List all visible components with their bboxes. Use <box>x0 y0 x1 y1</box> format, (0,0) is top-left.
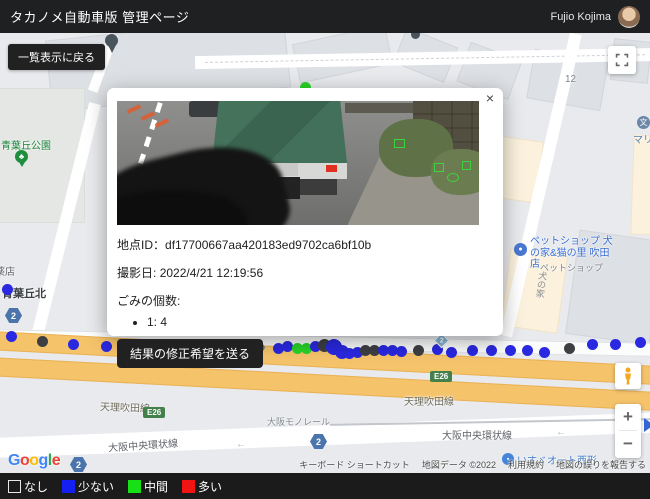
shoot-date-value: 2022/4/21 12:19:56 <box>160 266 263 280</box>
data-point-marker[interactable] <box>37 336 48 347</box>
legend-item: 少ない <box>62 478 114 495</box>
point-id-label: 地点ID： <box>117 238 165 252</box>
house-number: 12 <box>565 74 576 85</box>
direction-arrow: ← <box>556 427 566 438</box>
data-point-marker[interactable] <box>6 331 17 342</box>
building <box>630 135 650 236</box>
request-correction-button[interactable]: 結果の修正希望を送る <box>117 339 263 368</box>
shoot-date-line: 撮影日: 2022/4/21 12:19:56 <box>117 264 493 281</box>
highway-label: 天理吹田線 <box>404 393 454 408</box>
legend-label: なし <box>24 478 48 495</box>
ring-road-label: 大阪中央環状線 <box>442 427 512 442</box>
park-label: 青葉丘公園 <box>1 137 51 152</box>
photo-truck-taillight <box>326 165 337 172</box>
detail-modal: × <box>107 88 503 336</box>
pegman-icon <box>622 367 634 385</box>
legend-swatch <box>182 480 195 493</box>
data-point-marker[interactable] <box>2 284 13 295</box>
data-point-marker[interactable] <box>587 339 598 350</box>
garbage-count-list: 1: 4 <box>147 315 493 329</box>
park-icon-tip <box>19 162 25 167</box>
legend-item: 多い <box>182 478 222 495</box>
legend: なし 少ない 中間 多い <box>0 473 650 499</box>
legend-item: なし <box>8 478 48 495</box>
keyboard-shortcuts-link[interactable]: キーボード ショートカット <box>299 458 410 471</box>
data-point-marker[interactable] <box>635 337 646 348</box>
map-pin-icon[interactable] <box>411 33 420 39</box>
page-title: タカノメ自動車版 管理ページ <box>10 7 189 26</box>
report-error-link[interactable]: 地図の誤りを報告する <box>556 458 646 471</box>
detection-box <box>394 139 405 148</box>
map-pin-icon[interactable] <box>105 34 118 53</box>
map-attribution: キーボード ショートカット 地図データ ©2022 利用規約 地図の誤りを報告す… <box>299 458 646 471</box>
photo-bush <box>431 149 479 195</box>
dashcam-photo <box>117 101 479 225</box>
data-point-marker[interactable] <box>68 339 79 350</box>
legend-label: 少ない <box>78 478 114 495</box>
pet-shop-icon[interactable]: ● <box>514 243 527 256</box>
legend-swatch <box>8 480 21 493</box>
back-to-list-button[interactable]: 一覧表示に戻る <box>8 44 105 70</box>
detection-box <box>462 161 471 170</box>
close-icon[interactable]: × <box>486 90 494 106</box>
legend-swatch <box>62 480 75 493</box>
detection-box <box>447 173 459 182</box>
expressway-badge: E26 <box>143 407 165 418</box>
legend-label: 多い <box>198 478 222 495</box>
map-arrow <box>644 418 650 432</box>
school-label: マリー <box>633 131 650 146</box>
fullscreen-button[interactable] <box>608 46 636 74</box>
road-centerline <box>205 54 645 63</box>
zoom-out-button[interactable]: − <box>615 431 641 457</box>
expressway-badge: E26 <box>430 371 452 382</box>
garbage-count-label: ごみの個数: <box>117 292 493 309</box>
data-point-marker[interactable] <box>539 347 550 358</box>
data-point-marker[interactable] <box>610 339 621 350</box>
user-menu[interactable]: Fujio Kojima <box>550 6 640 28</box>
fullscreen-icon <box>615 53 629 67</box>
map-pin-head <box>411 33 420 39</box>
pegman-button[interactable] <box>615 363 641 389</box>
data-point-marker[interactable] <box>505 345 516 356</box>
legend-swatch <box>128 480 141 493</box>
google-logo[interactable]: Google <box>8 452 60 470</box>
route-badge: 2 <box>5 308 22 323</box>
direction-arrow: ← <box>236 439 246 450</box>
zoom-control: + − <box>615 404 641 458</box>
avatar[interactable] <box>618 6 640 28</box>
map-data-text: 地図データ ©2022 <box>422 458 496 471</box>
data-point-marker[interactable] <box>522 345 533 356</box>
data-point-marker[interactable] <box>101 341 112 352</box>
zoom-in-button[interactable]: + <box>615 404 641 430</box>
point-id-line: 地点ID：df17700667aa420183ed9702ca6bf10b <box>117 236 493 253</box>
garbage-count-item: 1: 4 <box>147 315 493 329</box>
legend-label: 中間 <box>144 478 168 495</box>
terms-link[interactable]: 利用規約 <box>508 458 544 471</box>
school-icon[interactable]: 文 <box>637 116 650 129</box>
header: タカノメ自動車版 管理ページ Fujio Kojima <box>0 0 650 33</box>
monorail-label: 大阪モノレール <box>267 415 330 428</box>
route-badge: 2 <box>70 457 87 472</box>
map-pin-tip <box>108 45 116 53</box>
photo-curb-mark <box>127 104 141 114</box>
point-id-value: df17700667aa420183ed9702ca6bf10b <box>165 238 371 252</box>
detection-box <box>434 163 444 172</box>
shop-label: 薬店 <box>0 263 15 278</box>
legend-item: 中間 <box>128 478 168 495</box>
user-name: Fujio Kojima <box>550 11 611 23</box>
data-point-marker[interactable] <box>564 343 575 354</box>
shoot-date-label: 撮影日: <box>117 266 156 280</box>
app: 青葉丘公園 ♣ 薬店 青葉丘北 12 文 マリー ● ペットショップ 犬の家&猫… <box>0 0 650 499</box>
